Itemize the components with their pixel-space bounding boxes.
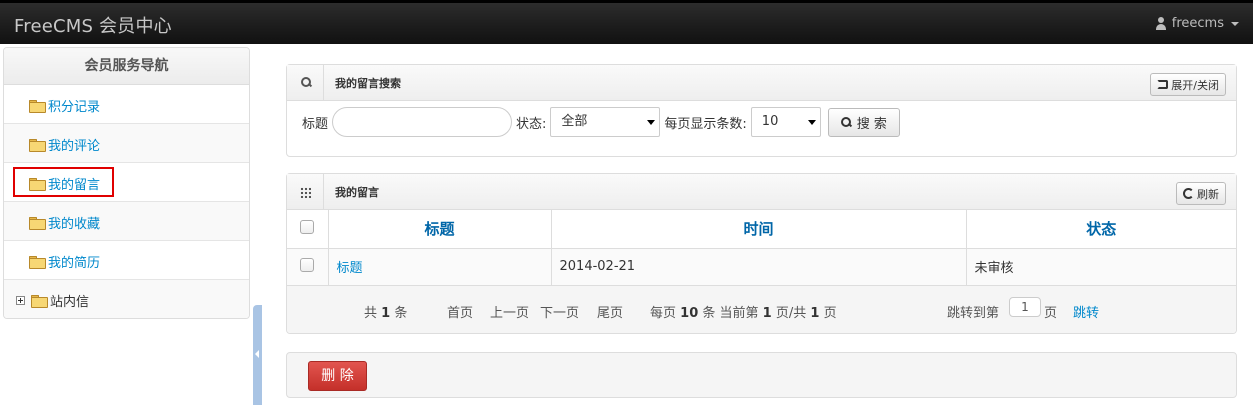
- user-name: freecms: [1171, 16, 1224, 31]
- column-header-time[interactable]: 时间: [551, 210, 967, 249]
- sidebar-title: 会员服务导航: [4, 48, 249, 85]
- sidebar-item-inbox[interactable]: 站内信: [4, 280, 249, 318]
- app-brand[interactable]: FreeCMS 会员中心: [14, 12, 172, 38]
- last-page-link[interactable]: 尾页: [597, 302, 623, 321]
- column-header-title[interactable]: 标题: [328, 210, 552, 249]
- page-size-select[interactable]: 10: [750, 107, 821, 137]
- refresh-label: 刷新: [1197, 187, 1219, 201]
- row-title-link[interactable]: 标题: [337, 261, 363, 276]
- search-panel-title: 我的留言搜索: [335, 77, 401, 90]
- pagination: 共 1 条 首页 上一页 下一页 尾页 每页 10 条 当前第 1 页/共 1 …: [287, 285, 1236, 333]
- search-panel: 我的留言搜索 展开/关闭 标题 状态: 全部 每页显示条数: 10 搜 索: [286, 64, 1237, 157]
- grid-icon: [300, 187, 311, 198]
- page-size-select-value: 10: [761, 114, 779, 129]
- row-time: 2014-02-21: [551, 248, 967, 286]
- refresh-button[interactable]: 刷新: [1176, 182, 1226, 205]
- sidebar-item-label[interactable]: 站内信: [50, 291, 89, 310]
- sidebar-item-label[interactable]: 我的收藏: [48, 213, 100, 232]
- jump-button[interactable]: 跳转: [1073, 302, 1099, 321]
- first-page-link[interactable]: 首页: [447, 302, 473, 321]
- page-info: 每页 10 条 当前第 1 页/共 1 页: [650, 305, 837, 321]
- search-panel-header: 我的留言搜索 展开/关闭: [287, 65, 1236, 101]
- search-icon: [840, 116, 852, 128]
- folder-icon: [29, 256, 46, 269]
- folder-icon: [31, 295, 48, 308]
- expand-plus-icon[interactable]: [16, 296, 25, 305]
- top-navbar: FreeCMS 会员中心 freecms: [0, 0, 1253, 44]
- sidebar-item-label[interactable]: 我的留言: [48, 174, 100, 193]
- column-header-status[interactable]: 状态: [966, 210, 1236, 249]
- jump-suffix: 页: [1044, 305, 1058, 321]
- status-label: 状态:: [516, 116, 547, 132]
- sidebar-item-label[interactable]: 我的评论: [48, 135, 100, 154]
- row-status: 未审核: [966, 248, 1236, 286]
- caret-down-icon: [1231, 21, 1239, 26]
- folder-icon: [29, 100, 46, 113]
- sidebar-item-points[interactable]: 积分记录: [4, 85, 249, 124]
- messages-panel: 我的留言 刷新 标题 时间 状态 标题 2014-02-21 未审核 共 1 条: [286, 173, 1237, 334]
- user-icon: [1155, 17, 1167, 30]
- row-title-cell: 标题: [328, 248, 552, 286]
- messages-panel-header: 我的留言 刷新: [287, 174, 1236, 210]
- table-row: 标题 2014-02-21 未审核: [287, 248, 1236, 286]
- row-checkbox[interactable]: [300, 257, 315, 272]
- prev-page-link[interactable]: 上一页: [490, 302, 529, 321]
- jump-page-input[interactable]: 1: [1009, 296, 1041, 317]
- sidebar-item-resume[interactable]: 我的简历: [4, 241, 249, 280]
- folder-icon: [29, 139, 46, 152]
- refresh-icon: [1183, 188, 1194, 199]
- messages-table: 标题 时间 状态 标题 2014-02-21 未审核: [287, 210, 1236, 286]
- collapse-arrow-icon: [255, 350, 259, 358]
- table-header-row: 标题 时间 状态: [287, 210, 1236, 249]
- toggle-panel-label: 展开/关闭: [1171, 78, 1219, 92]
- title-input[interactable]: [332, 107, 513, 137]
- sidebar-collapse-handle[interactable]: [253, 305, 262, 405]
- search-icon: [301, 77, 311, 87]
- sidebar-item-comments[interactable]: 我的评论: [4, 124, 249, 163]
- sidebar: 会员服务导航 积分记录 我的评论 我的留言 我的收藏 我的简历 站内信: [3, 47, 250, 319]
- toggle-icon: [1157, 80, 1169, 89]
- sidebar-item-favorites[interactable]: 我的收藏: [4, 202, 249, 241]
- toggle-panel-button[interactable]: 展开/关闭: [1150, 73, 1226, 96]
- search-button[interactable]: 搜 索: [827, 107, 900, 137]
- search-form: 标题 状态: 全部 每页显示条数: 10 搜 索: [302, 107, 900, 137]
- page-size-label: 每页显示条数:: [664, 116, 747, 132]
- next-page-link[interactable]: 下一页: [540, 302, 579, 321]
- status-select-value: 全部: [561, 114, 588, 129]
- user-menu[interactable]: freecms: [1155, 16, 1239, 31]
- delete-button[interactable]: 删 除: [308, 361, 367, 391]
- sidebar-item-label[interactable]: 积分记录: [48, 96, 100, 115]
- jump-label: 跳转到第: [947, 305, 1000, 321]
- search-button-label: 搜 索: [856, 116, 887, 132]
- sidebar-item-label[interactable]: 我的简历: [48, 252, 100, 271]
- row-select-cell: [287, 248, 329, 286]
- actions-panel: 删 除: [286, 352, 1237, 398]
- folder-icon: [29, 178, 46, 191]
- messages-panel-title: 我的留言: [335, 186, 379, 199]
- sidebar-item-messages[interactable]: 我的留言: [4, 163, 249, 202]
- select-all-checkbox[interactable]: [300, 219, 315, 234]
- total-count: 共 1 条: [364, 305, 408, 321]
- title-label: 标题: [302, 116, 329, 132]
- status-select[interactable]: 全部: [550, 107, 661, 137]
- folder-icon: [29, 217, 46, 230]
- select-all-cell: [287, 210, 329, 249]
